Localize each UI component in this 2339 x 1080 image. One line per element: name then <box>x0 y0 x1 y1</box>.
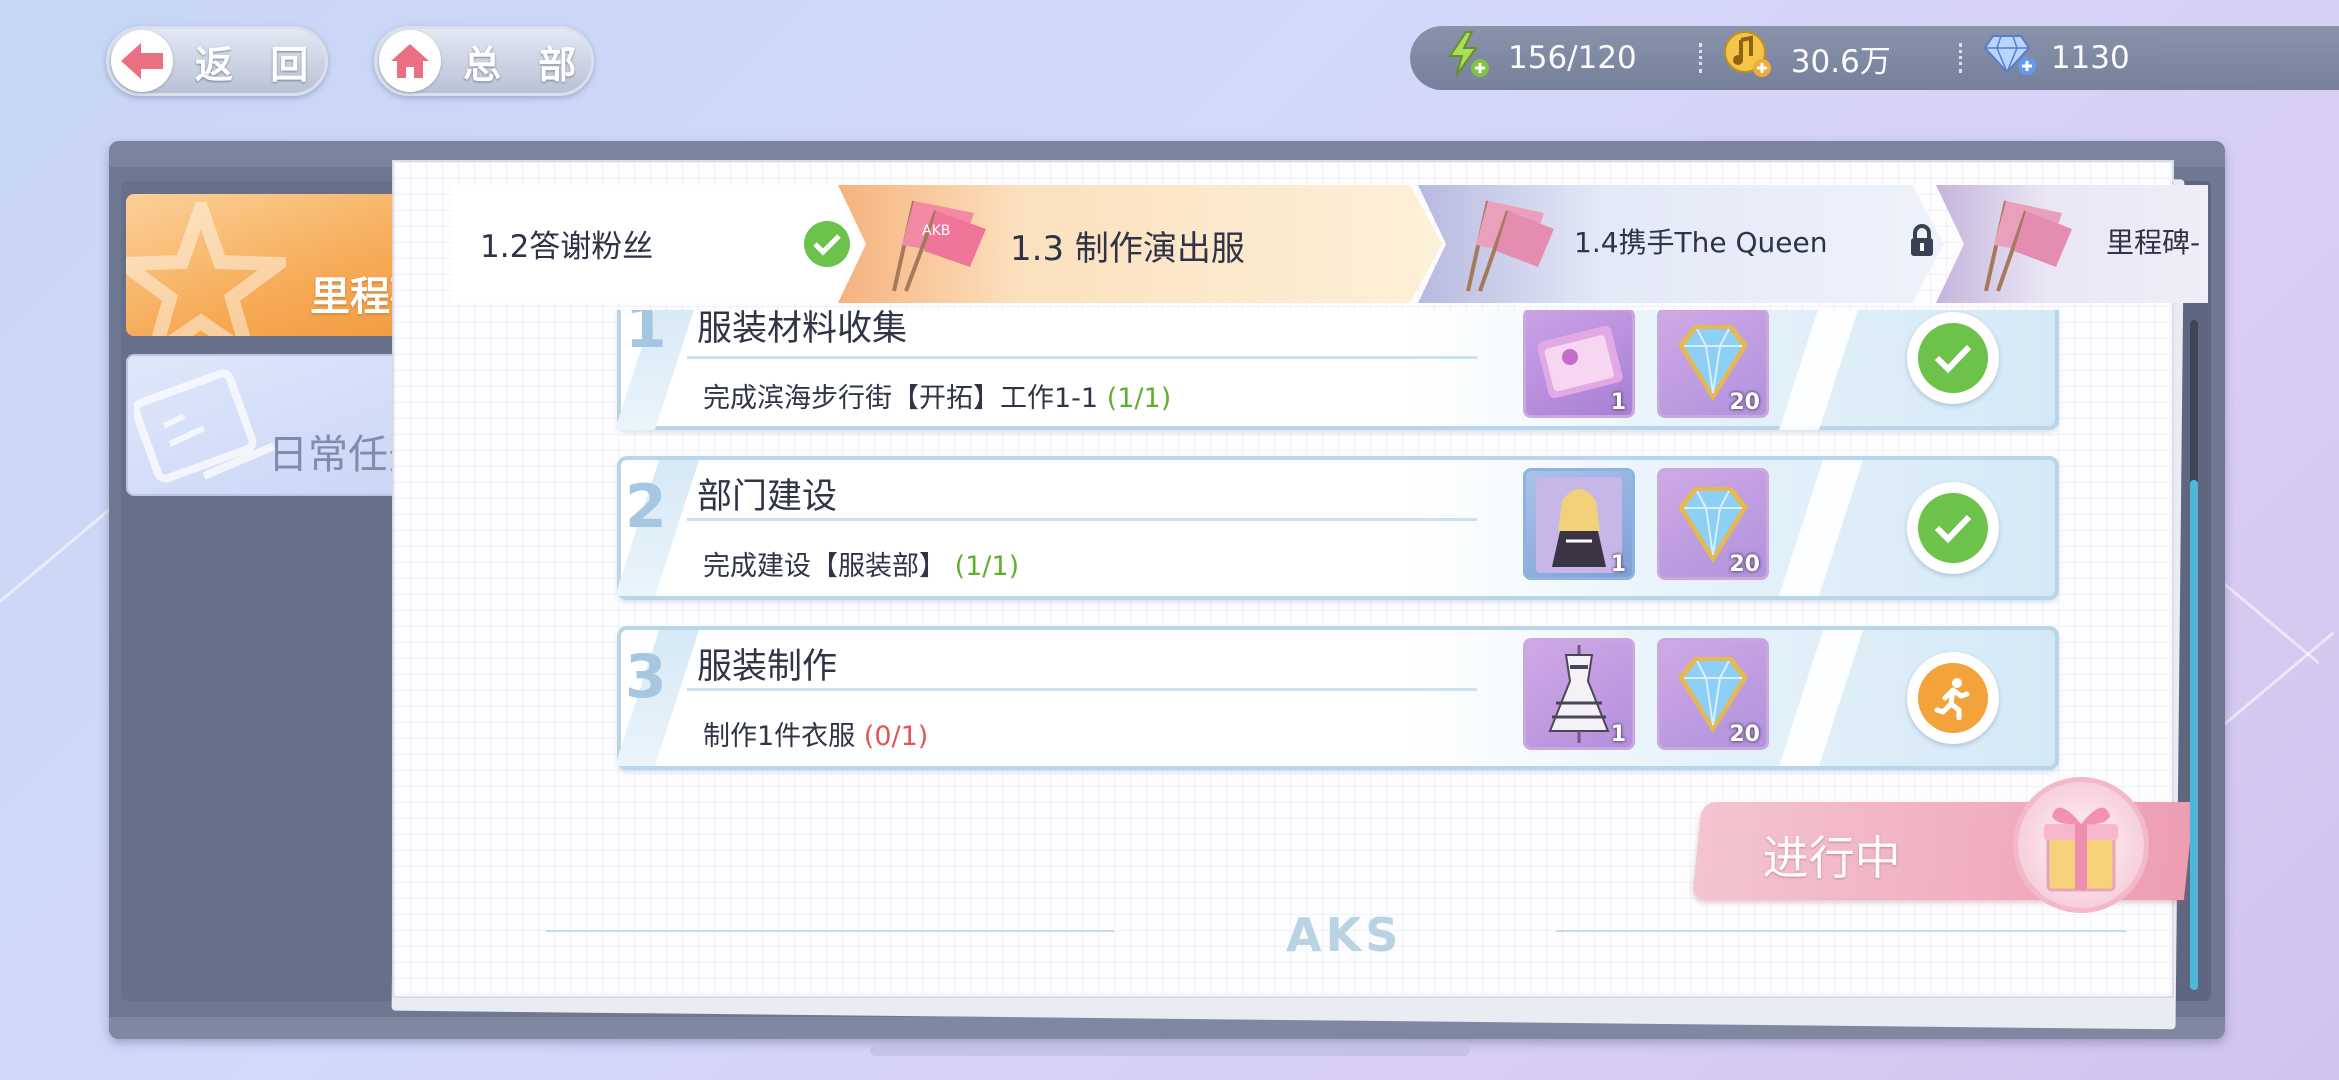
check-icon <box>1934 344 1972 374</box>
reward-item[interactable]: 1 <box>1523 468 1635 580</box>
stage-tab-1-4[interactable]: 1.4携手The Queen <box>1418 185 1944 303</box>
reward-quantity: 20 <box>1729 552 1760 577</box>
stage-tab-1-3[interactable]: AKB 1.3 制作演出服 <box>838 185 1442 303</box>
back-button[interactable]: 返 回 <box>106 26 328 96</box>
reward-item[interactable]: 1 <box>1523 310 1635 418</box>
title-underline <box>687 356 1477 359</box>
task-number: 3 <box>625 642 667 712</box>
task-title: 服装制作 <box>697 647 838 687</box>
reward-quantity: 1 <box>1610 390 1626 415</box>
task-progress: (0/1) <box>863 721 929 752</box>
task-number: 2 <box>625 472 667 542</box>
hq-label: 总 部 <box>463 42 589 87</box>
footer-divider <box>546 930 1114 932</box>
home-indicator[interactable] <box>870 1044 1470 1056</box>
separator <box>1698 43 1705 73</box>
task-row-3: 3 服装制作 制作1件衣服 (0/1) 1 20 <box>614 626 2059 770</box>
scrollbar-thumb[interactable] <box>2190 480 2198 990</box>
task-desc-text: 制作1件衣服 <box>703 721 856 752</box>
separator <box>1958 43 1965 73</box>
stage-tab-milestone[interactable]: 里程碑- <box>1936 185 2208 303</box>
reward-item[interactable]: 20 <box>1657 468 1769 580</box>
stage-label: 1.3 制作演出服 <box>1010 229 1245 269</box>
flag-icon <box>1984 200 2072 292</box>
energy-display[interactable]: 156/120 <box>1444 30 1637 86</box>
task-description: 完成建设【服装部】 (1/1) <box>703 544 1019 583</box>
check-icon <box>1934 514 1972 544</box>
reward-quantity: 1 <box>1610 552 1626 577</box>
stage-label: 里程碑- <box>2106 226 2201 259</box>
reward-item[interactable]: 1 <box>1523 638 1635 750</box>
energy-icon <box>1444 30 1490 86</box>
divider-slash <box>1778 460 1864 596</box>
running-person-icon <box>1934 678 1970 720</box>
resource-bar: 156/120 30.6万 1130 <box>1410 26 2339 90</box>
task-desc-text: 完成滨海步行街【开拓】工作1-1 <box>703 383 1099 414</box>
task-title: 部门建设 <box>697 477 838 517</box>
diamonds-value: 1130 <box>2050 40 2130 76</box>
coin-icon <box>1723 30 1773 86</box>
task-description: 制作1件衣服 (0/1) <box>703 714 928 753</box>
home-icon <box>379 30 441 92</box>
task-row-1: 1 服装材料收集 完成滨海步行街【开拓】工作1-1 (1/1) 1 20 <box>614 310 2059 430</box>
footer-divider <box>1556 930 2126 932</box>
back-label: 返 回 <box>195 42 321 87</box>
energy-value: 156/120 <box>1508 40 1637 76</box>
coins-value: 30.6万 <box>1790 43 1891 80</box>
go-to-task-button[interactable] <box>1907 652 1999 744</box>
divider-slash <box>1778 630 1864 766</box>
stage-tab-1-2[interactable]: 1.2答谢粉丝 <box>452 185 870 303</box>
coins-display[interactable]: 30.6万 <box>1723 30 1891 86</box>
diamonds-display[interactable]: 1130 <box>1983 32 2130 84</box>
svg-text:AKB: AKB <box>922 223 950 239</box>
flag-icon <box>1448 195 1558 295</box>
diamond-icon <box>1983 32 2037 84</box>
stage-label: 1.2答谢粉丝 <box>480 229 654 265</box>
task-desc-text: 完成建设【服装部】 <box>703 551 946 582</box>
task-complete-badge <box>1907 482 1999 574</box>
notebook-icon <box>134 369 276 483</box>
star-icon <box>126 202 286 336</box>
title-underline <box>687 688 1477 691</box>
reward-quantity: 20 <box>1729 390 1760 415</box>
task-row-2: 2 部门建设 完成建设【服装部】 (1/1) 1 20 <box>614 456 2059 600</box>
task-progress: (1/1) <box>1106 383 1172 414</box>
hq-button[interactable]: 总 部 <box>374 26 594 96</box>
check-icon <box>804 221 850 267</box>
back-arrow-icon <box>111 30 173 92</box>
lock-icon <box>1908 223 1936 263</box>
reward-quantity: 20 <box>1729 722 1760 747</box>
stage-label: 1.4携手The Queen <box>1574 226 1828 259</box>
reward-quantity: 1 <box>1610 722 1626 747</box>
gift-box-icon[interactable] <box>2013 777 2149 913</box>
in-progress-label: 进行中 <box>1762 831 1901 885</box>
reward-item[interactable]: 20 <box>1657 310 1769 418</box>
task-description: 完成滨海步行街【开拓】工作1-1 (1/1) <box>703 376 1171 415</box>
task-complete-badge <box>1907 312 1999 404</box>
divider-slash <box>1778 310 1864 430</box>
flag-icon: AKB <box>874 195 994 295</box>
footer-logo: AKS <box>1286 908 1403 962</box>
title-underline <box>687 518 1477 521</box>
task-progress: (1/1) <box>954 551 1020 582</box>
reward-item[interactable]: 20 <box>1657 638 1769 750</box>
